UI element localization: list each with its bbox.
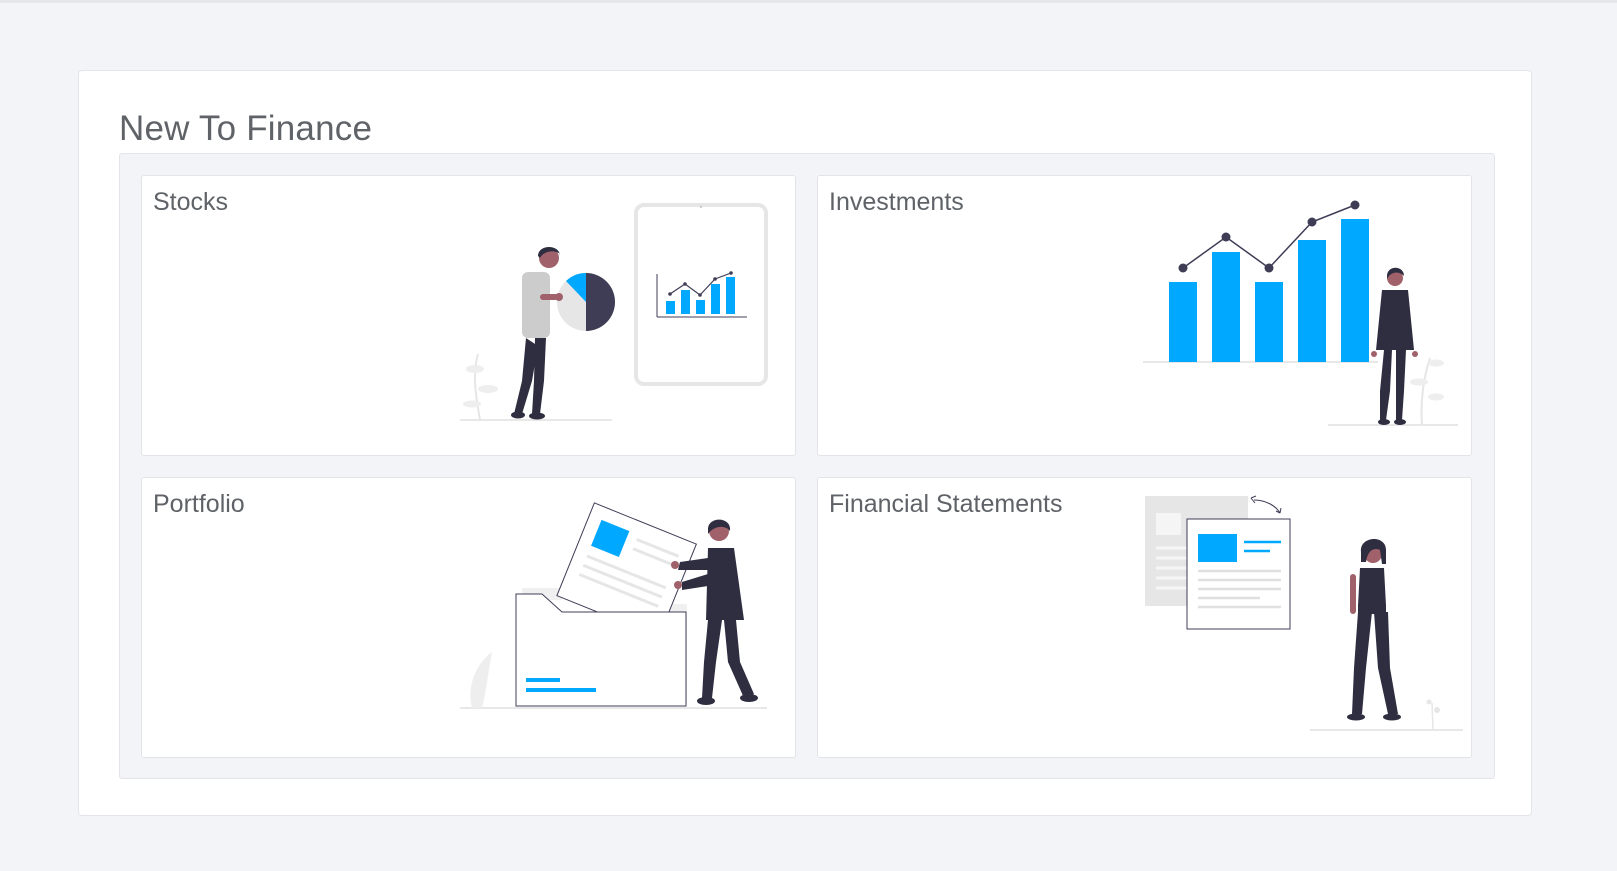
topic-grid: Stocks Investments Portfolio Financial S… xyxy=(119,153,1495,779)
section-title: New To Finance xyxy=(119,109,373,148)
financial-statements-card[interactable]: Financial Statements xyxy=(817,477,1472,758)
stocks-illustration xyxy=(460,203,768,421)
financial-statements-illustration xyxy=(1145,495,1463,731)
portfolio-card[interactable]: Portfolio xyxy=(141,477,796,758)
top-border xyxy=(0,0,1617,3)
portfolio-illustration xyxy=(460,502,767,709)
investments-card[interactable]: Investments xyxy=(817,175,1472,456)
stocks-card[interactable]: Stocks xyxy=(141,175,796,456)
investments-illustration xyxy=(1143,200,1458,426)
new-to-finance-card: New To Finance Stocks Investments Portfo… xyxy=(78,70,1532,816)
